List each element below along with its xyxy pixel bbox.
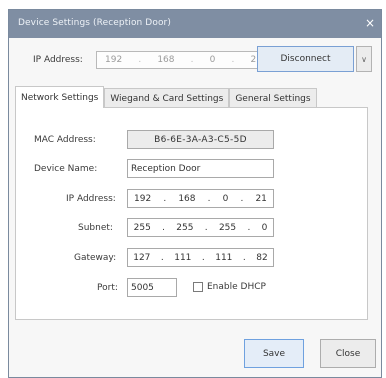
enable-dhcp-label[interactable]: Enable DHCP: [207, 282, 266, 292]
chevron-down-icon[interactable]: ∨: [356, 46, 372, 72]
ip-address-field-label: IP Address:: [66, 194, 116, 204]
header-ip-octet-2: 168: [157, 55, 175, 65]
tab-network-settings[interactable]: Network Settings: [15, 86, 105, 108]
subnet-label: Subnet:: [78, 223, 113, 233]
ip-separator: .: [163, 193, 167, 204]
close-icon[interactable]: ×: [365, 16, 375, 30]
device-name-label: Device Name:: [34, 164, 98, 174]
subnet-octet-4: 0: [261, 222, 268, 233]
header-ip-octet-1: 192: [105, 55, 123, 65]
subnet-octet-3: 255: [218, 222, 237, 233]
ip-separator: .: [242, 252, 246, 263]
ip-separator: .: [247, 222, 251, 233]
port-input[interactable]: 5005: [127, 278, 177, 297]
settings-tabs: Network Settings Wiegand & Card Settings…: [15, 86, 317, 108]
gateway-octet-2: 111: [174, 252, 192, 263]
gateway-octet-3: 111: [215, 252, 233, 263]
gateway-octet-1: 127: [133, 252, 151, 263]
subnet-input[interactable]: 255 . 255 . 255 . 0: [127, 218, 274, 237]
port-label: Port:: [97, 283, 118, 293]
close-button[interactable]: Close: [320, 339, 376, 368]
mac-address-field: B6-6E-3A-A3-C5-5D: [127, 130, 274, 149]
ip-separator: .: [162, 222, 165, 233]
tab-wiegand-card-settings[interactable]: Wiegand & Card Settings: [104, 88, 230, 108]
window-title: Device Settings (Reception Door): [18, 18, 171, 28]
ip-separator: .: [204, 222, 208, 233]
mac-address-label: MAC Address:: [34, 135, 96, 145]
ip-octet-3: 0: [222, 193, 229, 204]
gateway-octet-4: 82: [256, 252, 268, 263]
ip-octet-2: 168: [178, 193, 196, 204]
ip-separator: .: [231, 55, 235, 65]
title-bar[interactable]: Device Settings (Reception Door) ×: [9, 10, 381, 38]
ip-separator: .: [190, 55, 194, 65]
header-ip-address-field[interactable]: 192 . 168 . 0 . 21: [96, 51, 271, 69]
ip-octet-4: 21: [255, 193, 267, 204]
ip-separator: .: [207, 193, 211, 204]
ip-separator: .: [201, 252, 205, 263]
gateway-label: Gateway:: [74, 253, 117, 263]
tab-general-settings[interactable]: General Settings: [229, 88, 317, 108]
ip-separator: .: [160, 252, 164, 263]
header-ip-octet-3: 0: [209, 55, 216, 65]
subnet-octet-1: 255: [133, 222, 151, 233]
gateway-input[interactable]: 127 . 111 . 111 . 82: [127, 248, 274, 267]
enable-dhcp-checkbox[interactable]: [193, 282, 203, 292]
ip-address-input[interactable]: 192 . 168 . 0 . 21: [127, 189, 274, 208]
ip-separator: .: [240, 193, 244, 204]
disconnect-button[interactable]: Disconnect: [257, 46, 354, 72]
save-button[interactable]: Save: [244, 339, 304, 368]
device-name-input[interactable]: Reception Door: [127, 159, 274, 178]
ip-octet-1: 192: [134, 193, 152, 204]
subnet-octet-2: 255: [176, 222, 194, 233]
ip-address-label: IP Address:: [33, 55, 83, 65]
ip-separator: .: [138, 55, 142, 65]
